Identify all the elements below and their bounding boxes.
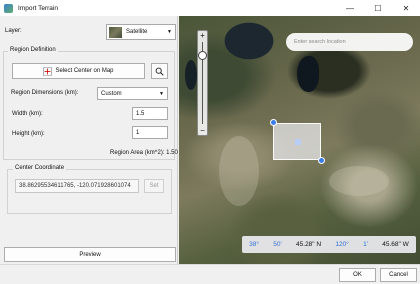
dialog-footer: OK Cancel xyxy=(0,264,420,284)
layer-select[interactable]: Satellite ▼ xyxy=(106,24,176,40)
ok-label: OK xyxy=(353,272,362,278)
height-label: Height (km): xyxy=(12,131,45,137)
height-input[interactable]: 1 xyxy=(132,126,168,139)
region-resize-handle-nw[interactable] xyxy=(270,119,277,126)
region-rectangle[interactable] xyxy=(273,123,321,160)
title-bar: Import Terrain — ☐ ✕ xyxy=(0,0,420,16)
zoom-to-region-button[interactable] xyxy=(151,63,168,79)
dimensions-label: Region Dimensions (km): xyxy=(11,90,79,96)
region-definition-title: Region Definition xyxy=(8,47,58,53)
select-center-button[interactable]: Select Center on Map xyxy=(12,63,145,79)
center-coordinate-input[interactable]: 38.86295534611765, -120.071928601074 xyxy=(15,179,139,193)
dimensions-select[interactable]: Custom ▼ xyxy=(97,87,168,100)
map-terrain xyxy=(219,136,259,206)
zoom-slider-handle[interactable] xyxy=(198,51,207,60)
crosshair-icon xyxy=(43,66,53,76)
search-placeholder: Enter search location xyxy=(294,39,346,45)
map-search-input[interactable]: Enter search location xyxy=(286,33,413,51)
cursor-coordinates: 38° 50' 45.28" N 120° 1' 45.68" W xyxy=(242,236,416,253)
magnifier-icon xyxy=(155,67,164,76)
width-label: Width (km): xyxy=(12,111,43,117)
lat-degrees: 38° xyxy=(249,241,259,248)
center-coordinate-title: Center Coordinate xyxy=(13,165,67,171)
map-lake xyxy=(297,56,319,92)
layer-value: Satellite xyxy=(126,29,148,35)
window-title: Import Terrain xyxy=(18,4,58,12)
lon-degrees: 120° xyxy=(335,241,349,248)
lon-seconds: 45.68" W xyxy=(382,241,409,248)
cancel-label: Cancel xyxy=(389,272,408,278)
layer-label: Layer: xyxy=(5,28,22,34)
satellite-thumbnail-icon xyxy=(109,26,122,38)
region-area-text: Region Area (km^2): 1.50 xyxy=(110,150,178,156)
set-label: Set xyxy=(149,183,159,189)
set-coordinate-button[interactable]: Set xyxy=(144,179,164,193)
minimize-button[interactable]: — xyxy=(336,0,364,16)
height-value: 1 xyxy=(136,129,140,136)
center-coordinate-value: 38.86295534611765, -120.071928601074 xyxy=(19,183,131,189)
map-lake xyxy=(185,60,197,90)
lat-minutes: 50' xyxy=(273,241,282,248)
zoom-out-button[interactable]: − xyxy=(198,126,207,135)
maximize-button[interactable]: ☐ xyxy=(364,0,392,16)
map-terrain xyxy=(329,166,389,196)
settings-panel: Layer: Satellite ▼ Region Definition Sel… xyxy=(0,16,178,264)
preview-label: Preview xyxy=(79,251,101,258)
select-center-label: Select Center on Map xyxy=(55,68,114,74)
lat-seconds: 45.28" N xyxy=(296,241,322,248)
width-input[interactable]: 1.5 xyxy=(132,107,168,120)
window-controls: — ☐ ✕ xyxy=(336,0,420,16)
ok-button[interactable]: OK xyxy=(339,268,376,282)
cancel-button[interactable]: Cancel xyxy=(380,268,417,282)
dimensions-value: Custom xyxy=(101,90,122,97)
chevron-down-icon: ▼ xyxy=(159,91,164,97)
app-icon xyxy=(4,3,13,13)
chevron-down-icon: ▼ xyxy=(167,29,172,35)
zoom-control: + − xyxy=(197,30,208,136)
region-resize-handle-se[interactable] xyxy=(318,157,325,164)
preview-button[interactable]: Preview xyxy=(4,247,176,262)
region-center-marker xyxy=(295,139,301,145)
close-button[interactable]: ✕ xyxy=(392,0,420,16)
zoom-in-button[interactable]: + xyxy=(198,31,207,40)
lon-minutes: 1' xyxy=(363,241,368,248)
satellite-map[interactable]: + − Enter search location 38° 50' 45.28"… xyxy=(179,16,420,264)
width-value: 1.5 xyxy=(136,110,145,117)
